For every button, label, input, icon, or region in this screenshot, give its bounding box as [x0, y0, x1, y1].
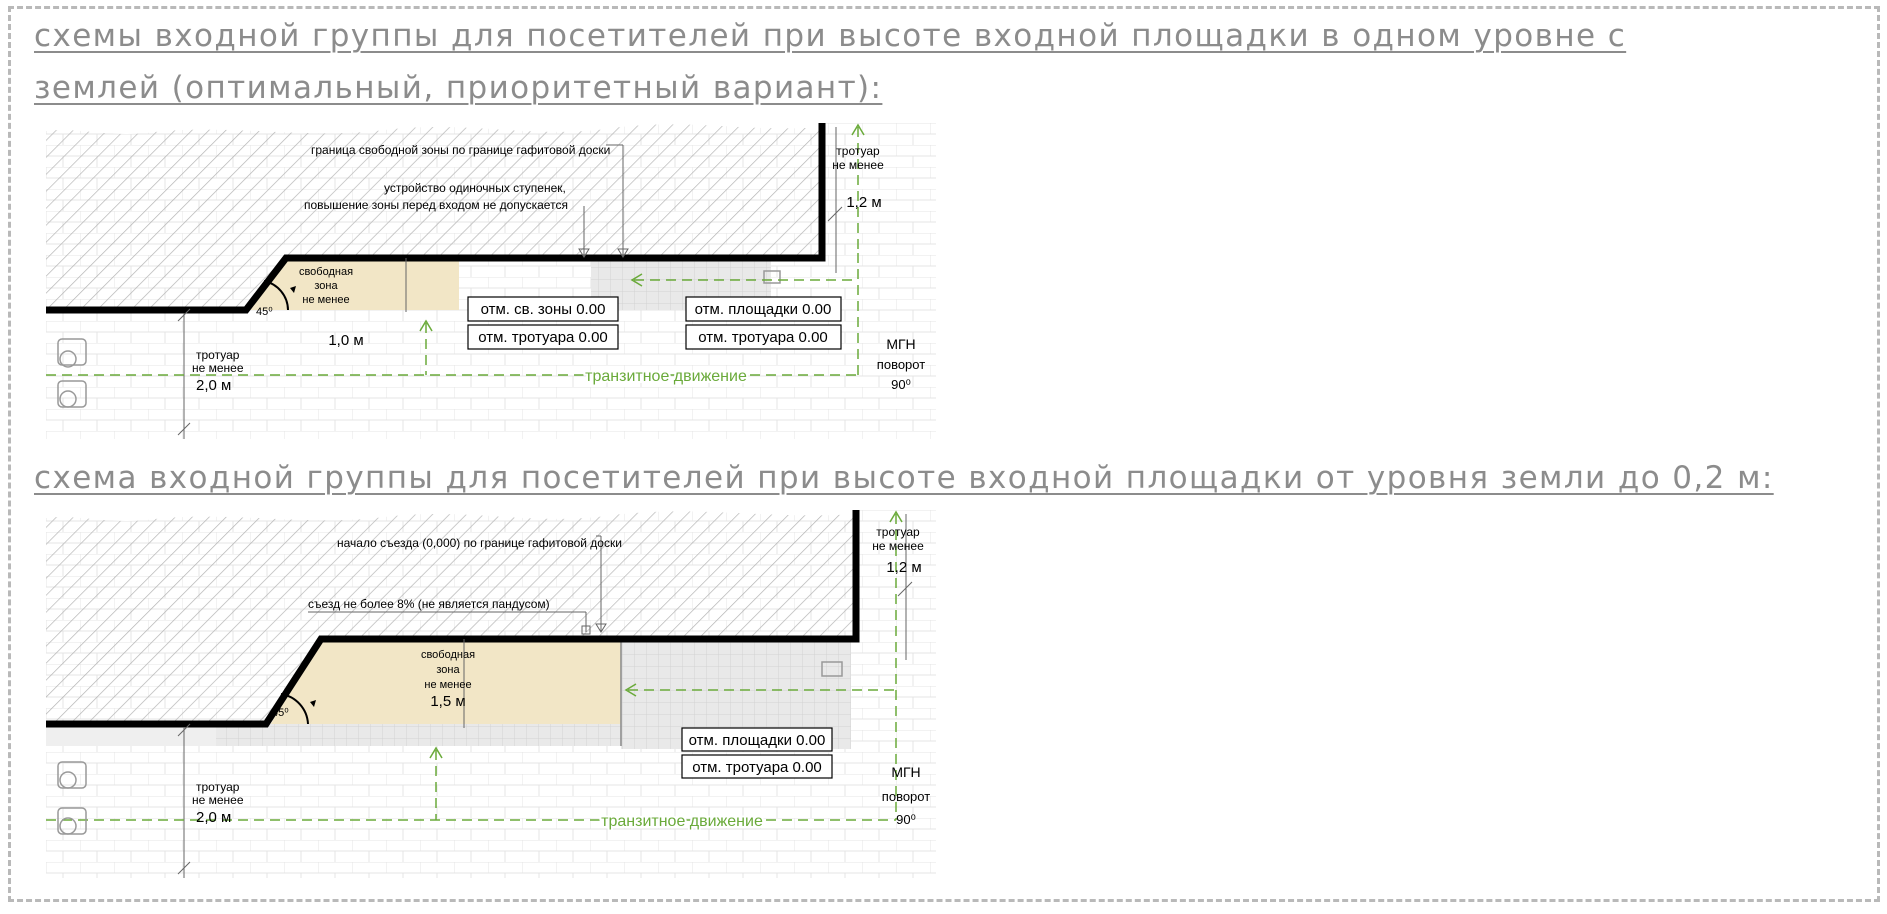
- entrance-scheme-level-ground: граница свободной зоны по границе гафито…: [46, 123, 936, 439]
- sidewalk-right-size: 1,2 м: [886, 559, 921, 576]
- mgn-line-2: поворот: [877, 357, 925, 372]
- free-zone-line-1: свободная: [421, 649, 475, 661]
- sidewalk-left-line-2: не менее: [192, 793, 244, 807]
- transit-label: транзитное движение: [585, 368, 747, 385]
- ramp-start-note: начало съезда (0,000) по границе гафитов…: [337, 536, 622, 550]
- boundary-note: граница свободной зоны по границе гафито…: [311, 143, 610, 157]
- steps-note-line-2: повышение зоны перед входом не допускает…: [304, 198, 568, 212]
- mgn-line-1: МГН: [886, 336, 915, 352]
- heading-2: схема входной группы для посетителей при…: [34, 460, 1774, 496]
- free-zone-mark: отм. св. зоны 0.00: [481, 301, 606, 318]
- slope-note: съезд не более 8% (не является пандусом): [308, 597, 550, 611]
- sidewalk-left-line-1: тротуар: [196, 780, 240, 794]
- heading-1-line-1: схемы входной группы для посетителей при…: [34, 18, 1627, 54]
- sidewalk-left-line-1: тротуар: [196, 348, 240, 362]
- mgn-line-2: поворот: [882, 789, 930, 804]
- mgn-line-3: 90⁰: [896, 812, 916, 827]
- sidewalk-right-line-1: тротуар: [836, 144, 880, 158]
- heading-1-line-2: землей (оптимальный, приоритетный вариан…: [34, 70, 883, 106]
- free-zone-line-3: не менее: [424, 679, 471, 691]
- free-zone-size: 1,0 м: [328, 332, 363, 349]
- sidewalk-right-line-1: тротуар: [876, 525, 920, 539]
- sidewalk-mark-left: отм. тротуара 0.00: [478, 329, 608, 346]
- steps-note-line-1: устройство одиночных ступенек,: [384, 181, 566, 195]
- sidewalk-mark-right: отм. тротуара 0.00: [698, 329, 828, 346]
- free-zone-size: 1,5 м: [430, 693, 465, 710]
- free-zone-line-2: зона: [436, 664, 460, 676]
- mgn-line-3: 90⁰: [891, 377, 911, 392]
- sidewalk-right-line-2: не менее: [872, 539, 924, 553]
- free-zone-line-3: не менее: [302, 294, 349, 306]
- free-zone-line-2: зона: [314, 280, 338, 292]
- sidewalk-right-line-2: не менее: [832, 158, 884, 172]
- free-zone-line-1: свободная: [299, 266, 353, 278]
- angle-label: 45⁰: [256, 306, 273, 318]
- transit-label: транзитное движение: [601, 813, 763, 830]
- sidewalk-mark: отм. тротуара 0.00: [692, 759, 822, 776]
- sidewalk-right-size: 1,2 м: [846, 194, 881, 211]
- mgn-line-1: МГН: [891, 764, 920, 780]
- ramp-band: [216, 724, 621, 746]
- sidewalk-left-size: 2,0 м: [196, 377, 231, 394]
- platform-mark: отм. площадки 0.00: [695, 301, 832, 318]
- sidewalk-left-size: 2,0 м: [196, 809, 231, 826]
- platform-mark: отм. площадки 0.00: [689, 732, 826, 749]
- sidewalk-left-line-2: не менее: [192, 361, 244, 375]
- entrance-scheme-raised-platform: начало съезда (0,000) по границе гафитов…: [46, 510, 936, 878]
- angle-label: 45⁰: [272, 707, 289, 719]
